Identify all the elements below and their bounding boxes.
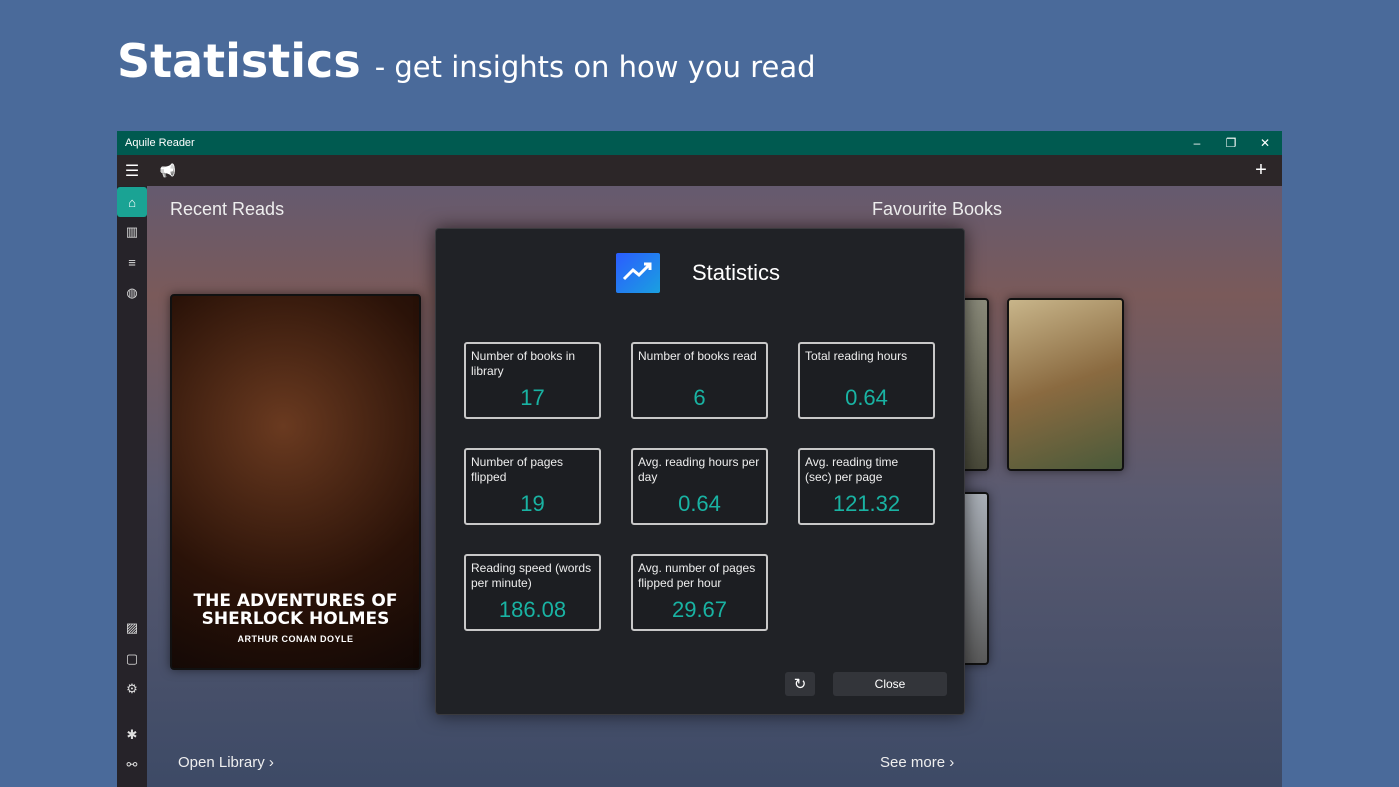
hero: Statistics - get insights on how you rea… <box>117 34 816 88</box>
hamburger-menu-icon[interactable]: ☰ <box>117 155 147 186</box>
settings-icon[interactable]: ⚙ <box>117 674 147 704</box>
bug-icon[interactable]: ✱ <box>117 720 147 750</box>
stat-value: 121.32 <box>800 491 933 517</box>
dialog-title: Statistics <box>692 260 780 286</box>
stat-value: 0.64 <box>633 491 766 517</box>
stat-label: Reading speed (words per minute) <box>471 561 594 593</box>
stat-card: Number of books read 6 <box>631 342 768 419</box>
close-button[interactable]: Close <box>833 672 947 696</box>
stat-label: Number of pages flipped <box>471 455 594 487</box>
open-library-link[interactable]: Open Library › <box>178 754 274 771</box>
chart-trend-icon <box>616 253 660 293</box>
stat-value: 186.08 <box>466 597 599 623</box>
stat-value: 29.67 <box>633 597 766 623</box>
stat-value: 0.64 <box>800 385 933 411</box>
stat-card: Total reading hours 0.64 <box>798 342 935 419</box>
stat-card: Avg. reading hours per day 0.64 <box>631 448 768 525</box>
stat-label: Avg. reading hours per day <box>638 455 761 487</box>
hero-title: Statistics <box>117 34 361 88</box>
restore-button[interactable]: ❐ <box>1214 131 1248 155</box>
stat-label: Number of books read <box>638 349 761 381</box>
stat-card: Avg. reading time (sec) per page 121.32 <box>798 448 935 525</box>
stat-card: Number of pages flipped 19 <box>464 448 601 525</box>
list-icon[interactable]: ≡ <box>117 247 147 277</box>
store-icon[interactable]: ▢ <box>117 644 147 674</box>
stat-value: 17 <box>466 385 599 411</box>
stat-label: Total reading hours <box>805 349 928 381</box>
sidebar: ⌂ ▥ ≡ ◍ ▨ ▢ ⚙ ✱ ⚯ <box>117 186 147 787</box>
recent-reads-heading: Recent Reads <box>170 199 284 220</box>
stat-label: Number of books in library <box>471 349 594 381</box>
announcement-icon[interactable]: 📢 <box>153 155 183 186</box>
favourite-book-cover-pirate[interactable] <box>1007 298 1124 471</box>
see-more-link[interactable]: See more › <box>880 754 954 771</box>
window-title: Aquile Reader <box>125 137 195 149</box>
home-icon[interactable]: ⌂ <box>117 187 147 217</box>
stat-label: Avg. reading time (sec) per page <box>805 455 928 487</box>
favourite-books-heading: Favourite Books <box>872 199 1002 220</box>
book-author: ARTHUR CONAN DOYLE <box>238 634 354 644</box>
book-cover-sherlock[interactable]: THE ADVENTURES OF SHERLOCK HOLMES ARTHUR… <box>170 294 421 670</box>
hero-subtitle: - get insights on how you read <box>375 50 816 84</box>
globe-icon[interactable]: ◍ <box>117 278 147 308</box>
refresh-button[interactable]: ↻ <box>785 672 815 696</box>
connect-icon[interactable]: ⚯ <box>117 750 147 780</box>
app-window: Aquile Reader – ❐ ✕ ☰ 📢 + ⌂ ▥ ≡ ◍ ▨ ▢ ⚙ … <box>117 131 1282 787</box>
library-icon[interactable]: ▥ <box>117 217 147 247</box>
stat-value: 19 <box>466 491 599 517</box>
stat-label: Avg. number of pages flipped per hour <box>638 561 761 593</box>
stat-card: Number of books in library 17 <box>464 342 601 419</box>
statistics-icon[interactable]: ▨ <box>117 613 147 643</box>
stat-value: 6 <box>633 385 766 411</box>
book-title: THE ADVENTURES OF SHERLOCK HOLMES <box>172 592 419 628</box>
minimize-button[interactable]: – <box>1180 131 1214 155</box>
title-bar: Aquile Reader – ❐ ✕ <box>117 131 1282 155</box>
add-icon[interactable]: + <box>1246 155 1276 186</box>
statistics-dialog: Statistics Number of books in library17 … <box>435 228 965 715</box>
toolbar: ☰ 📢 + <box>117 155 1282 186</box>
stat-card: Avg. number of pages flipped per hour 29.… <box>631 554 768 631</box>
close-window-button[interactable]: ✕ <box>1248 131 1282 155</box>
stat-card: Reading speed (words per minute) 186.08 <box>464 554 601 631</box>
